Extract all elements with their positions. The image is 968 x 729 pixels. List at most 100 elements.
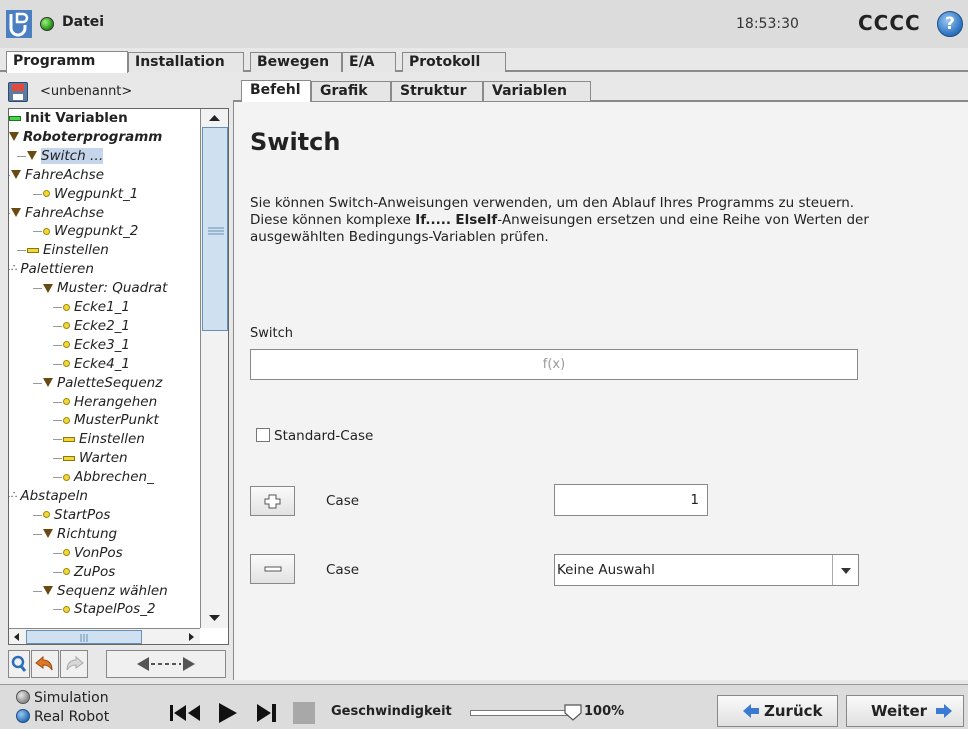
tab-befehl[interactable]: Befehl xyxy=(241,80,311,102)
back-button[interactable]: Zurück xyxy=(717,695,838,727)
program-tree: Init Variablen Roboterprogramm Switch … Fah… xyxy=(8,108,229,645)
tree-connector xyxy=(9,496,10,497)
chevron-down-icon[interactable] xyxy=(832,555,858,585)
radio-real-robot-icon[interactable] xyxy=(16,709,30,723)
search-button[interactable] xyxy=(8,650,30,678)
tree-connector xyxy=(17,250,26,252)
tree-connector xyxy=(9,269,10,271)
move-node-button[interactable] xyxy=(106,650,226,678)
tree-node[interactable]: Wegpunkt_2 xyxy=(43,222,138,240)
speed-label: Geschwindigkeit xyxy=(331,704,452,719)
standard-case-checkbox[interactable]: Standard-Case xyxy=(256,428,373,444)
scroll-thumb[interactable] xyxy=(202,127,228,331)
case-value-input[interactable]: 1 xyxy=(554,484,708,516)
next-button[interactable]: Weiter xyxy=(846,695,964,727)
top-bar: Datei 18:53:30 CCCC ? xyxy=(0,0,968,48)
step-icon[interactable] xyxy=(252,699,282,727)
tree-node[interactable]: Ecke1_1 xyxy=(63,298,130,316)
tree-node-label: Einstellen xyxy=(43,242,109,259)
scroll-right-icon[interactable] xyxy=(183,629,199,645)
tree-node[interactable]: Abbrechen_ xyxy=(63,468,154,486)
tree-connector xyxy=(53,477,62,479)
tab-variablen[interactable]: Variablen xyxy=(483,81,591,101)
tree-node-label: Warten xyxy=(79,450,128,467)
tree-connector xyxy=(53,363,62,365)
tree-node[interactable]: Switch … xyxy=(27,147,104,165)
tree-node[interactable]: Wegpunkt_1 xyxy=(43,185,138,203)
tree-node[interactable]: Ecke2_1 xyxy=(63,317,130,335)
switch-expression-input[interactable]: f(x) xyxy=(250,349,858,380)
tree-node[interactable]: PaletteSequenz xyxy=(43,374,162,392)
help-icon[interactable]: ? xyxy=(937,11,963,37)
set-bar-icon xyxy=(27,247,39,253)
tree-node[interactable]: Einstellen xyxy=(27,241,109,259)
tab-protokoll[interactable]: Protokoll xyxy=(402,52,506,72)
scroll-up-icon[interactable] xyxy=(201,109,228,127)
save-icon[interactable] xyxy=(8,82,28,102)
switch-label: Switch xyxy=(250,326,293,341)
description-text: Sie können Switch-Anweisungen verwenden,… xyxy=(250,195,890,246)
clock: 18:53:30 xyxy=(736,16,799,32)
play-icon[interactable] xyxy=(213,699,243,727)
triangle-icon xyxy=(43,529,53,539)
tree-connector xyxy=(33,193,42,195)
mode-real-robot[interactable]: Real Robot xyxy=(16,709,109,725)
skip-back-icon[interactable] xyxy=(166,699,206,727)
case-select-dropdown[interactable]: Keine Auswahl xyxy=(554,554,859,586)
tab-programm[interactable]: Programm xyxy=(6,51,128,73)
robot-status-icon[interactable] xyxy=(40,17,54,31)
speed-slider-knob[interactable] xyxy=(563,702,583,722)
tree-toolbar xyxy=(8,650,229,680)
undo-button[interactable] xyxy=(31,650,59,678)
radio-simulation-icon[interactable] xyxy=(16,690,30,704)
tree-node[interactable]: Ecke3_1 xyxy=(63,336,130,354)
waypoint-dot-icon xyxy=(63,473,70,481)
tree-node[interactable]: ZuPos xyxy=(63,563,115,581)
arrow-right-icon xyxy=(936,704,952,718)
tree-node[interactable]: ∴ Palettieren xyxy=(11,260,94,278)
tree-node[interactable]: VonPos xyxy=(63,544,123,562)
tree-node[interactable]: Herangehen xyxy=(63,393,157,411)
tree-node[interactable]: Init Variablen xyxy=(9,109,128,127)
tree-horizontal-scrollbar[interactable] xyxy=(9,628,200,645)
tree-vertical-scrollbar[interactable] xyxy=(200,109,228,628)
tab-installation[interactable]: Installation xyxy=(128,52,244,72)
checkbox-icon[interactable] xyxy=(256,428,270,442)
tree-node[interactable]: Warten xyxy=(63,449,128,467)
tree-node[interactable]: StapelPos_2 xyxy=(63,600,156,618)
tree-node[interactable]: MusterPunkt xyxy=(63,411,159,429)
tree-node[interactable]: Roboterprogramm xyxy=(9,128,162,146)
remove-case-button[interactable] xyxy=(250,554,295,584)
horizontal-scroll-thumb[interactable] xyxy=(26,630,142,644)
back-label: Zurück xyxy=(764,702,823,720)
tree-connector xyxy=(9,212,10,214)
stop-icon[interactable] xyxy=(290,699,320,727)
file-menu[interactable]: Datei xyxy=(62,14,104,30)
tab-struktur[interactable]: Struktur xyxy=(391,81,483,101)
tree-node[interactable]: Richtung xyxy=(43,525,117,543)
tree-node[interactable]: Muster: Quadrat xyxy=(43,279,167,297)
tree-node-label: MusterPunkt xyxy=(74,412,159,429)
scroll-down-icon[interactable] xyxy=(201,609,228,627)
tree-node[interactable]: Ecke4_1 xyxy=(63,355,130,373)
tree-node-label: Init Variablen xyxy=(25,110,128,126)
move-arrows-icon xyxy=(137,657,195,671)
tree-connector xyxy=(53,458,62,460)
tree-node[interactable]: ∴ Abstapeln xyxy=(11,487,88,505)
tree-node[interactable]: StartPos xyxy=(43,506,110,524)
tree-node[interactable]: Sequenz wählen xyxy=(43,582,168,600)
tree-node[interactable]: FahreAchse xyxy=(11,166,104,184)
tab-ea[interactable]: E/A xyxy=(342,52,396,72)
add-case-label: Case xyxy=(326,493,360,509)
tree-node[interactable]: FahreAchse xyxy=(11,204,104,222)
add-case-button[interactable] xyxy=(250,486,295,516)
mode-simulation[interactable]: Simulation xyxy=(16,690,109,706)
tree-node[interactable]: Einstellen xyxy=(63,430,145,448)
redo-button[interactable] xyxy=(60,650,88,678)
speed-slider-track[interactable] xyxy=(470,710,570,716)
tree-node-label: VonPos xyxy=(74,544,123,561)
tab-bewegen[interactable]: Bewegen xyxy=(250,52,342,72)
scroll-left-icon[interactable] xyxy=(9,629,25,645)
triangle-icon xyxy=(27,151,37,161)
tab-grafik[interactable]: Grafik xyxy=(311,81,391,101)
